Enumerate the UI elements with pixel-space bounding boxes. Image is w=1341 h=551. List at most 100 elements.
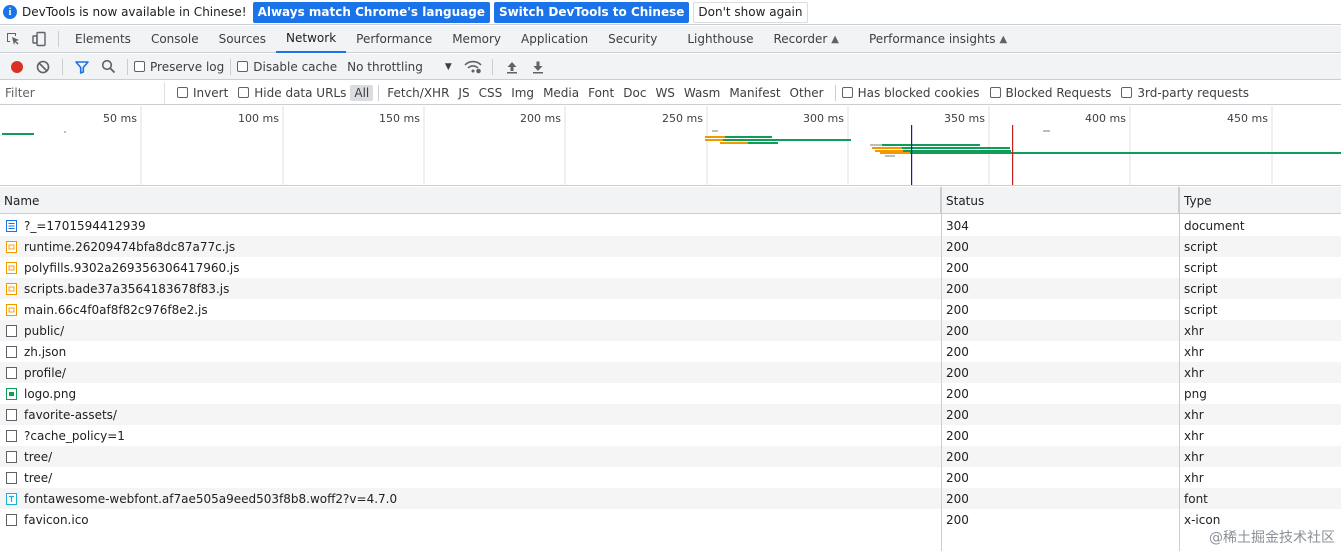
filter-type-wasm[interactable]: Wasm: [680, 85, 724, 101]
tab-network[interactable]: Network: [276, 26, 347, 53]
search-icon[interactable]: [95, 55, 121, 79]
table-row[interactable]: tree/200 xhr: [0, 467, 1341, 488]
filter-type-media[interactable]: Media: [539, 85, 583, 101]
filter-type-fetch-xhr[interactable]: Fetch/XHR: [383, 85, 453, 101]
tab-performance-insights[interactable]: Performance insights ▲: [849, 26, 1017, 53]
filter-type-doc[interactable]: Doc: [619, 85, 650, 101]
cell-status: 200: [946, 239, 969, 254]
watermark: @稀土掘金技术社区: [1209, 530, 1335, 546]
filter-type-img[interactable]: Img: [507, 85, 538, 101]
tab-memory[interactable]: Memory: [442, 26, 511, 53]
filter-type-js[interactable]: JS: [454, 85, 473, 101]
tab-elements[interactable]: Elements: [65, 26, 141, 53]
record-button[interactable]: [4, 55, 30, 79]
clear-icon[interactable]: [30, 55, 56, 79]
switch-language-button[interactable]: Switch DevTools to Chinese: [493, 1, 690, 23]
third-party-checkbox[interactable]: 3rd-party requests: [1121, 86, 1249, 100]
tab-security[interactable]: Security: [598, 26, 667, 53]
table-row[interactable]: runtime.26209474bfa8dc87a77c.js 200 script: [0, 236, 1341, 257]
export-har-icon[interactable]: [525, 55, 551, 79]
request-bar: [872, 147, 902, 149]
request-bar: [2, 133, 34, 135]
tab-console[interactable]: Console: [141, 26, 209, 53]
cell-status: 304: [946, 218, 969, 233]
overview-tick-label: 100 ms: [238, 112, 279, 125]
script-icon: [6, 282, 17, 295]
chevron-down-icon: ▼: [444, 61, 452, 72]
tab-performance-insights-label: Performance insights: [868, 32, 996, 46]
preserve-log-checkbox[interactable]: Preserve log: [134, 60, 224, 74]
blocked-requests-checkbox[interactable]: Blocked Requests: [989, 86, 1111, 100]
overview-tick-label: 50 ms: [103, 112, 137, 125]
network-conditions-icon[interactable]: [460, 55, 486, 79]
table-row[interactable]: favorite-assets/200 xhr: [0, 404, 1341, 425]
filter-type-ws[interactable]: WS: [651, 85, 678, 101]
invert-checkbox[interactable]: Invert: [177, 86, 228, 100]
cell-status: 200: [946, 428, 969, 443]
tab-lighthouse[interactable]: Lighthouse: [667, 26, 763, 53]
network-overview[interactable]: 50 ms 100 ms 150 ms 200 ms 250 ms 300 ms 350 m…: [0, 106, 1341, 186]
hide-data-urls-checkbox[interactable]: Hide data URLs: [238, 86, 346, 100]
cell-name: ?_=1701594412939: [0, 215, 941, 236]
filter-input[interactable]: [0, 81, 165, 104]
infobar-message: DevTools is now available in Chinese!: [22, 5, 247, 19]
device-toolbar-icon[interactable]: [26, 26, 52, 52]
inspect-element-icon[interactable]: [0, 26, 26, 52]
table-body: ?_=1701594412939 304 document runtime.26209…: [0, 215, 1341, 530]
filter-icon[interactable]: [69, 55, 95, 79]
filter-type-font[interactable]: Font: [584, 85, 618, 101]
cell-status: 200: [946, 407, 969, 422]
dont-show-again-button[interactable]: Don't show again: [693, 1, 808, 23]
tab-application[interactable]: Application: [511, 26, 598, 53]
request-name: ?_=1701594412939: [24, 218, 146, 233]
table-row[interactable]: ?_=1701594412939 304 document: [0, 215, 1341, 236]
xhr-icon: [6, 450, 17, 463]
info-icon: i: [3, 5, 17, 19]
cell-type: xhr: [1184, 323, 1204, 338]
table-row[interactable]: tree/200 xhr: [0, 446, 1341, 467]
cell-type: xhr: [1184, 449, 1204, 464]
table-row[interactable]: scripts.bade37a3564183678f83.js 200 script: [0, 278, 1341, 299]
request-name: favorite-assets/: [24, 407, 117, 422]
filter-type-manifest[interactable]: Manifest: [725, 85, 784, 101]
column-header-type[interactable]: Type: [1180, 187, 1341, 214]
blocked-cookies-checkbox[interactable]: Has blocked cookies: [841, 86, 980, 100]
tab-recorder[interactable]: Recorder ▲: [764, 26, 849, 53]
request-bar: [875, 150, 903, 152]
filter-type-other[interactable]: Other: [786, 85, 828, 101]
table-row[interactable]: profile/200 xhr: [0, 362, 1341, 383]
request-name: zh.json: [24, 344, 67, 359]
cell-status: 200: [946, 470, 969, 485]
cell-status: 200: [946, 512, 969, 527]
column-header-status[interactable]: Status: [942, 187, 1179, 214]
table-row[interactable]: zh.json 200 xhr: [0, 341, 1341, 362]
requests-table: Name Status Type ?_=1701594412939 304 docu…: [0, 187, 1341, 551]
cell-name: runtime.26209474bfa8dc87a77c.js: [0, 236, 941, 257]
xhr-icon: [6, 471, 17, 484]
table-row[interactable]: public/200 xhr: [0, 320, 1341, 341]
disable-cache-checkbox[interactable]: Disable cache: [237, 60, 337, 74]
table-row[interactable]: ?cache_policy=1 200 xhr: [0, 425, 1341, 446]
throttling-select[interactable]: No throttling ▼: [347, 60, 452, 74]
overview-tick-label: 200 ms: [520, 112, 561, 125]
import-har-icon[interactable]: [499, 55, 525, 79]
request-name: runtime.26209474bfa8dc87a77c.js: [24, 239, 236, 254]
tab-sources[interactable]: Sources: [209, 26, 276, 53]
match-language-button[interactable]: Always match Chrome's language: [252, 1, 490, 23]
filter-type-css[interactable]: CSS: [475, 85, 507, 101]
request-bar: [870, 144, 882, 146]
column-header-name[interactable]: Name: [0, 187, 941, 214]
table-row[interactable]: main.66c4f0af8f82c976f8e2.js 200 script: [0, 299, 1341, 320]
table-row[interactable]: logo.png 200 png: [0, 383, 1341, 404]
request-bar: [885, 155, 895, 157]
table-row[interactable]: fontawesome-webfont.af7ae505a9eed503f8b8…: [0, 488, 1341, 509]
xhr-icon: [6, 345, 17, 358]
cell-name: polyfills.9302a269356306417960.js: [0, 257, 941, 278]
checkbox-box: [238, 87, 250, 98]
column-divider: [941, 187, 942, 551]
table-row[interactable]: favicon.ico 200 x-icon: [0, 509, 1341, 530]
tab-performance[interactable]: Performance: [346, 26, 442, 53]
filter-type-all[interactable]: All: [350, 84, 374, 101]
overview-bars: [2, 130, 1341, 157]
table-row[interactable]: polyfills.9302a269356306417960.js 200 scri…: [0, 257, 1341, 278]
